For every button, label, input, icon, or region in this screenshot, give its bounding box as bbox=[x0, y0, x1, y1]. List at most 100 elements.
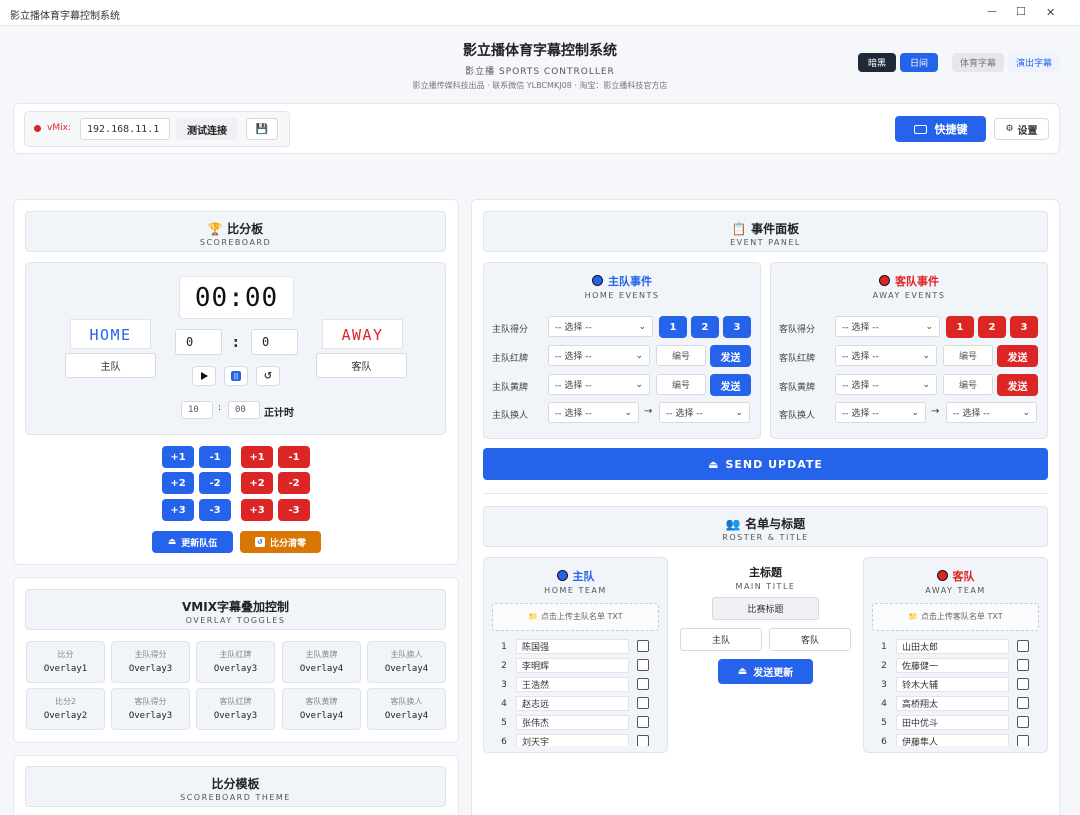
reset-score-button[interactable]: ↺ 比分清零 bbox=[240, 531, 321, 553]
away-point3-button[interactable]: 3 bbox=[1010, 316, 1038, 338]
home-yellow-send-button[interactable]: 发送 bbox=[710, 374, 751, 396]
away-red-send-button[interactable]: 发送 bbox=[997, 345, 1038, 367]
tab-show[interactable]: 演出字幕 bbox=[1008, 53, 1060, 72]
away-minus1-button[interactable]: -1 bbox=[278, 446, 310, 468]
home-name-input[interactable]: 主队 bbox=[65, 353, 156, 378]
away-plus2-button[interactable]: +2 bbox=[241, 472, 273, 494]
home-red-send-button[interactable]: 发送 bbox=[710, 345, 751, 367]
home-upload-area[interactable]: 📁 点击上传主队名单 TXT bbox=[492, 603, 659, 631]
test-connection-button[interactable]: 测试连接 bbox=[176, 118, 238, 140]
player-checkbox[interactable] bbox=[637, 659, 649, 671]
update-team-button[interactable]: ⏏ 更新队伍 bbox=[152, 531, 233, 553]
away-title-input[interactable]: 客队 bbox=[769, 628, 851, 651]
list-item: 3 铃木大辅 bbox=[872, 676, 1009, 693]
overlay-toggle-away-red[interactable]: 客队红牌 Overlay3 bbox=[196, 688, 275, 730]
player-checkbox[interactable] bbox=[1017, 678, 1029, 690]
theme-subtitle: SCOREBOARD THEME bbox=[180, 793, 291, 802]
pause-button[interactable]: || bbox=[224, 366, 248, 386]
overlay-toggle-score[interactable]: 比分 Overlay1 bbox=[26, 641, 105, 683]
player-checkbox[interactable] bbox=[637, 735, 649, 746]
player-checkbox[interactable] bbox=[637, 716, 649, 728]
overlay-toggle-away-sub[interactable]: 客队换人 Overlay4 bbox=[367, 688, 446, 730]
save-icon[interactable]: 💾 bbox=[246, 118, 278, 140]
home-point3-button[interactable]: 3 bbox=[723, 316, 751, 338]
home-yellow-select[interactable]: -- 选择 -- ⌄ bbox=[548, 374, 650, 395]
minimize-icon[interactable]: — bbox=[987, 6, 997, 17]
home-plus3-button[interactable]: +3 bbox=[162, 499, 194, 521]
away-minus3-button[interactable]: -3 bbox=[278, 499, 310, 521]
player-checkbox[interactable] bbox=[637, 678, 649, 690]
away-sub-label: 客队换人 bbox=[779, 411, 816, 421]
home-sub-in-select[interactable]: -- 选择 -- ⌄ bbox=[659, 402, 750, 423]
settings-button[interactable]: ⚙ 设置 bbox=[994, 118, 1049, 140]
away-plus3-button[interactable]: +3 bbox=[241, 499, 273, 521]
away-sub-out-select[interactable]: -- 选择 -- ⌄ bbox=[835, 402, 926, 423]
shortcut-button[interactable]: 快捷键 bbox=[895, 116, 986, 142]
overlay-toggle-away-score[interactable]: 客队得分 Overlay3 bbox=[111, 688, 190, 730]
away-score-select[interactable]: -- 选择 -- ⌄ bbox=[835, 316, 940, 337]
home-minus2-button[interactable]: -2 bbox=[199, 472, 231, 494]
chevron-down-icon: ⌄ bbox=[911, 407, 919, 418]
seconds-input[interactable]: 00 bbox=[228, 401, 260, 419]
overlay-toggle-home-yellow[interactable]: 主队黄牌 Overlay4 bbox=[282, 641, 361, 683]
away-name-input[interactable]: 客队 bbox=[316, 353, 407, 378]
reset-clock-button[interactable]: ↺ bbox=[256, 366, 280, 386]
player-checkbox[interactable] bbox=[1017, 716, 1029, 728]
tab-sports[interactable]: 体育字幕 bbox=[952, 53, 1004, 72]
home-sub-out-select[interactable]: -- 选择 -- ⌄ bbox=[548, 402, 639, 423]
player-checkbox[interactable] bbox=[1017, 659, 1029, 671]
away-yellow-number-input[interactable]: 编号 bbox=[943, 374, 993, 395]
away-score-label: 客队得分 bbox=[779, 325, 816, 335]
play-button[interactable] bbox=[192, 366, 216, 386]
list-item: 1 陈国强 bbox=[492, 638, 629, 655]
send-update-button[interactable]: ⏏ SEND UPDATE bbox=[483, 448, 1048, 480]
main-title-heading: 主标题 MAIN TITLE bbox=[680, 564, 851, 591]
home-title-input[interactable]: 主队 bbox=[680, 628, 762, 651]
home-red-select[interactable]: -- 选择 -- ⌄ bbox=[548, 345, 650, 366]
away-minus2-button[interactable]: -2 bbox=[278, 472, 310, 494]
away-yellow-send-button[interactable]: 发送 bbox=[997, 374, 1038, 396]
send-title-button[interactable]: ⏏ 发送更新 bbox=[718, 659, 813, 684]
away-yellow-select[interactable]: -- 选择 -- ⌄ bbox=[835, 374, 937, 395]
away-red-select[interactable]: -- 选择 -- ⌄ bbox=[835, 345, 937, 366]
home-plus2-button[interactable]: +2 bbox=[162, 472, 194, 494]
minutes-input[interactable]: 10 bbox=[181, 401, 213, 419]
home-score-input[interactable]: 0 bbox=[175, 329, 222, 355]
player-checkbox[interactable] bbox=[1017, 640, 1029, 652]
away-point1-button[interactable]: 1 bbox=[946, 316, 974, 338]
home-events-subtitle: HOME EVENTS bbox=[584, 291, 660, 300]
away-red-number-input[interactable]: 编号 bbox=[943, 345, 993, 366]
home-point1-button[interactable]: 1 bbox=[659, 316, 687, 338]
maximize-icon[interactable]: ☐ bbox=[1016, 5, 1026, 18]
overlay-toggle-home-sub[interactable]: 主队换人 Overlay4 bbox=[367, 641, 446, 683]
player-checkbox[interactable] bbox=[1017, 735, 1029, 746]
home-minus3-button[interactable]: -3 bbox=[199, 499, 231, 521]
home-point2-button[interactable]: 2 bbox=[691, 316, 719, 338]
count-mode-label[interactable]: 正计时 bbox=[264, 404, 294, 419]
player-checkbox[interactable] bbox=[637, 640, 649, 652]
home-score-select[interactable]: -- 选择 -- ⌄ bbox=[548, 316, 653, 337]
home-plus1-button[interactable]: +1 bbox=[162, 446, 194, 468]
vmix-ip-input[interactable]: 192.168.11.1 bbox=[80, 118, 170, 140]
player-checkbox[interactable] bbox=[637, 697, 649, 709]
away-plus1-button[interactable]: +1 bbox=[241, 446, 273, 468]
overlay-toggle-score2[interactable]: 比分2 Overlay2 bbox=[26, 688, 105, 730]
score-separator: : bbox=[233, 335, 239, 351]
close-icon[interactable]: ✕ bbox=[1046, 6, 1055, 19]
overlay-toggle-away-yellow[interactable]: 客队黄牌 Overlay4 bbox=[282, 688, 361, 730]
player-checkbox[interactable] bbox=[1017, 697, 1029, 709]
overlay-toggle-home-red[interactable]: 主队红牌 Overlay3 bbox=[196, 641, 275, 683]
away-events-title: 客队事件 bbox=[895, 275, 939, 288]
home-minus1-button[interactable]: -1 bbox=[199, 446, 231, 468]
away-score-input[interactable]: 0 bbox=[251, 329, 298, 355]
home-red-number-input[interactable]: 编号 bbox=[656, 345, 706, 366]
away-sub-in-select[interactable]: -- 选择 -- ⌄ bbox=[946, 402, 1037, 423]
away-point2-button[interactable]: 2 bbox=[978, 316, 1006, 338]
match-title-input[interactable]: 比赛标题 bbox=[712, 597, 819, 620]
theme-day-button[interactable]: 日间 bbox=[900, 53, 938, 72]
theme-dark-button[interactable]: 暗黑 bbox=[858, 53, 896, 72]
overlay-toggle-home-score[interactable]: 主队得分 Overlay3 bbox=[111, 641, 190, 683]
away-upload-area[interactable]: 📁 点击上传客队名单 TXT bbox=[872, 603, 1039, 631]
roster-subtitle: ROSTER & TITLE bbox=[722, 533, 809, 542]
home-yellow-number-input[interactable]: 编号 bbox=[656, 374, 706, 395]
